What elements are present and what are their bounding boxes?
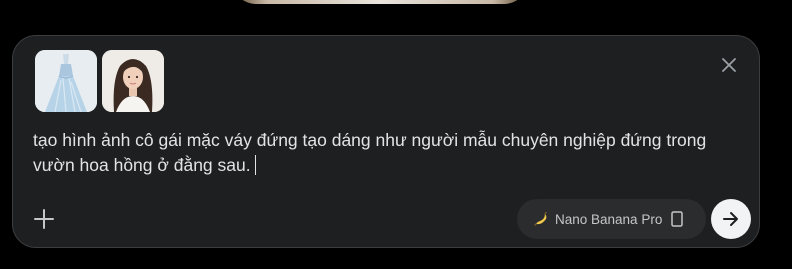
model-selector-button[interactable]: Nano Banana Pro [517, 199, 706, 239]
previous-image-preview [232, 0, 528, 4]
prompt-composer: tạo hình ảnh cô gái mặc váy đứng tạo dán… [12, 35, 760, 248]
banana-icon [534, 211, 547, 226]
phone-icon [671, 211, 684, 227]
model-label: Nano Banana Pro [555, 211, 663, 227]
prompt-input[interactable]: tạo hình ảnh cô gái mặc váy đứng tạo dán… [33, 128, 733, 178]
prompt-text: tạo hình ảnh cô gái mặc váy đứng tạo dán… [33, 130, 707, 175]
send-button[interactable] [711, 199, 751, 239]
arrow-right-icon [723, 212, 738, 226]
plus-icon [34, 209, 54, 229]
attachment-thumbnail-portrait[interactable] [102, 50, 164, 112]
close-icon [722, 58, 736, 72]
close-button[interactable] [717, 53, 741, 77]
text-cursor [254, 155, 256, 175]
add-button[interactable] [31, 206, 57, 232]
portrait-image [102, 50, 164, 112]
attachment-thumbnail-dress[interactable] [35, 50, 97, 112]
dress-image [35, 50, 97, 112]
